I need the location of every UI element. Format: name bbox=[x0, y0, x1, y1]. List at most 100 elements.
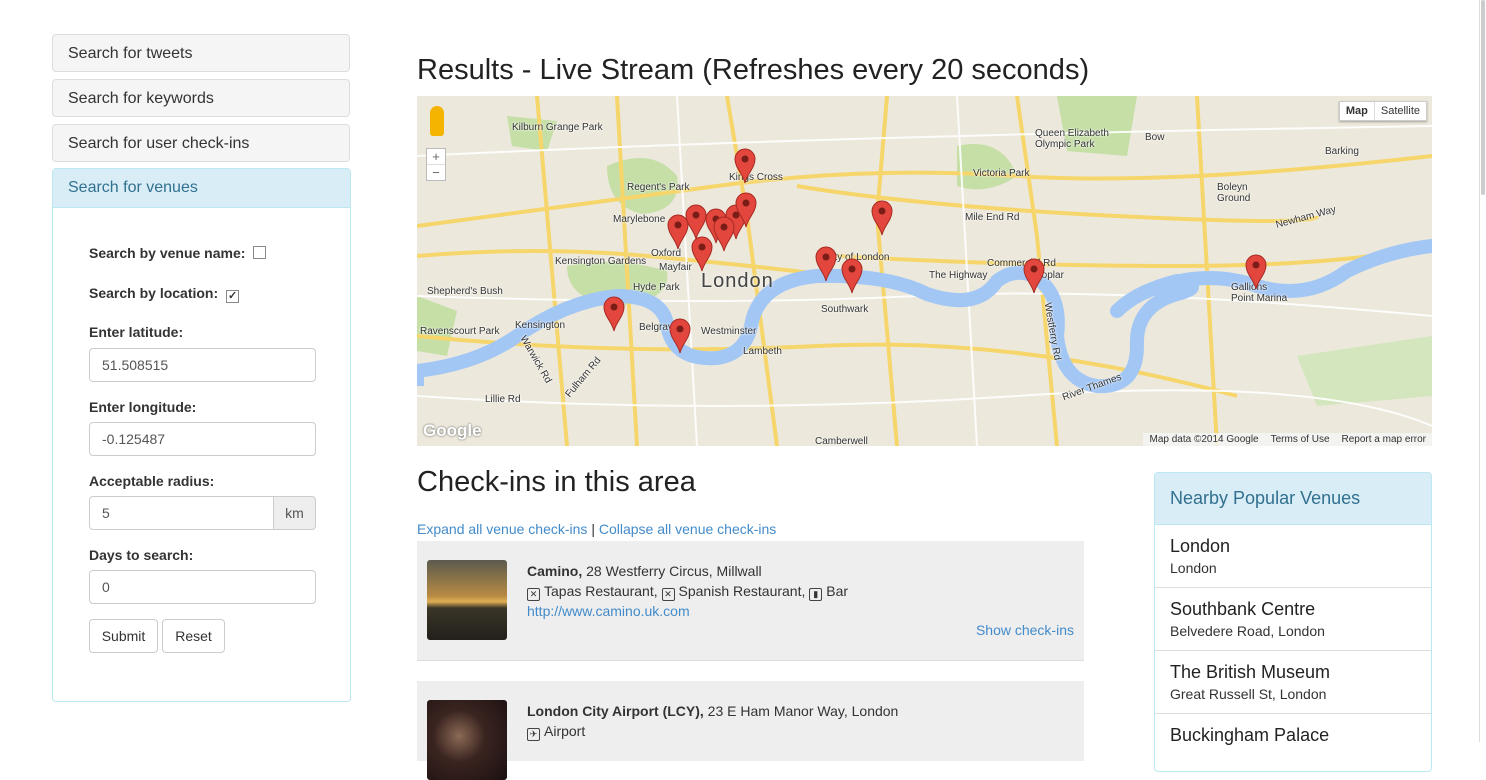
popular-venue-address: Great Russell St, London bbox=[1170, 686, 1327, 702]
venue-category: Tapas Restaurant, bbox=[544, 583, 662, 599]
results-title: Results - Live Stream (Refreshes every 2… bbox=[417, 54, 1090, 86]
venue-name: Camino, bbox=[527, 563, 583, 579]
restaurant-icon: ✕ bbox=[527, 588, 540, 601]
accordion-keywords[interactable]: Search for keywords bbox=[52, 79, 350, 117]
by-name-label: Search by venue name: bbox=[89, 245, 246, 261]
map-marker-icon[interactable] bbox=[685, 204, 707, 240]
map-marker-icon[interactable] bbox=[691, 236, 713, 272]
zoom-control: + − bbox=[426, 148, 446, 181]
submit-button[interactable]: Submit bbox=[89, 619, 158, 653]
map-label: Camberwell bbox=[815, 436, 868, 446]
map-label: Kensington bbox=[515, 320, 566, 331]
map-marker-icon[interactable] bbox=[669, 318, 691, 354]
map-label: Queen Elizabeth Olympic Park bbox=[1035, 128, 1109, 150]
venue-photo[interactable] bbox=[427, 700, 507, 780]
map-label: Victoria Park bbox=[973, 168, 1030, 179]
page-scrollbar[interactable] bbox=[1479, 0, 1486, 742]
popular-venue-name: Southbank Centre bbox=[1170, 599, 1316, 619]
venue-address: 28 Westferry Circus, Millwall bbox=[582, 563, 762, 579]
zoom-out-button[interactable]: − bbox=[427, 164, 445, 180]
days-label: Days to search: bbox=[89, 547, 194, 563]
latitude-label: Enter latitude: bbox=[89, 324, 184, 340]
radius-input[interactable] bbox=[89, 496, 274, 530]
map-label: Mayfair bbox=[659, 262, 692, 273]
map-marker-icon[interactable] bbox=[1245, 254, 1267, 290]
map-label: Shepherd's Bush bbox=[427, 286, 503, 297]
venue-card: Camino, 28 Westferry Circus, Millwall ✕ T… bbox=[417, 541, 1084, 661]
list-item[interactable]: London London bbox=[1155, 525, 1431, 588]
map-label: Southwark bbox=[821, 304, 869, 315]
checkins-title: Check-ins in this area bbox=[417, 466, 696, 498]
expand-collapse-links: Expand all venue check-ins | Collapse al… bbox=[417, 521, 776, 537]
map-marker-icon[interactable] bbox=[1023, 258, 1045, 294]
radius-label: Acceptable radius: bbox=[89, 473, 215, 489]
accordion-tweets[interactable]: Search for tweets bbox=[52, 34, 350, 72]
map-type-satellite-button[interactable]: Satellite bbox=[1375, 102, 1426, 120]
venue-info: Camino, 28 Westferry Circus, Millwall ✕ T… bbox=[527, 561, 848, 621]
show-checkins-link[interactable]: Show check-ins bbox=[976, 622, 1074, 638]
map-label: Mile End Rd bbox=[965, 212, 1020, 223]
venue-category: Spanish Restaurant, bbox=[678, 583, 810, 599]
map-type-map-button[interactable]: Map bbox=[1340, 102, 1375, 120]
map-marker-icon[interactable] bbox=[603, 296, 625, 332]
google-logo: Google bbox=[423, 421, 482, 440]
map-label: Lambeth bbox=[743, 346, 782, 357]
accordion-venues[interactable]: Search for venues bbox=[53, 169, 350, 208]
map-label: Ravenscourt Park bbox=[420, 326, 500, 337]
report-error-link[interactable]: Report a map error bbox=[1342, 434, 1426, 445]
map-marker-icon[interactable] bbox=[713, 216, 735, 252]
map-label: Kilburn Grange Park bbox=[512, 122, 603, 133]
map-data-attribution: Map data ©2014 Google bbox=[1149, 434, 1259, 445]
by-location-row: Search by location: ✓ bbox=[89, 285, 240, 303]
map[interactable]: Kilburn Grange Park Regent's Park Kings … bbox=[417, 96, 1432, 446]
list-item[interactable]: Buckingham Palace bbox=[1155, 714, 1431, 771]
map-label: Barking bbox=[1325, 146, 1359, 157]
list-item[interactable]: The British Museum Great Russell St, Lon… bbox=[1155, 651, 1431, 714]
latitude-input[interactable] bbox=[89, 348, 316, 382]
venue-card: London City Airport (LCY), 23 E Ham Mano… bbox=[417, 681, 1084, 780]
map-marker-icon[interactable] bbox=[734, 148, 756, 184]
map-label: Bow bbox=[1145, 132, 1165, 143]
scrollbar-thumb[interactable] bbox=[1481, 0, 1485, 195]
map-marker-icon[interactable] bbox=[871, 200, 893, 236]
restaurant-icon: ✕ bbox=[661, 588, 675, 601]
by-location-label: Search by location: bbox=[89, 285, 219, 301]
collapse-all-link[interactable]: Collapse all venue check-ins bbox=[599, 521, 776, 537]
street-view-pegman-icon[interactable] bbox=[430, 106, 444, 136]
days-input[interactable] bbox=[89, 570, 316, 604]
popular-venue-address: London bbox=[1170, 560, 1217, 576]
list-item[interactable]: Southbank Centre Belvedere Road, London bbox=[1155, 588, 1431, 651]
by-name-checkbox[interactable] bbox=[253, 246, 267, 259]
map-label: Commercial Rd bbox=[987, 258, 1056, 269]
map-label: Lillie Rd bbox=[485, 394, 521, 405]
accordion-user-checkins[interactable]: Search for user check-ins bbox=[52, 124, 350, 162]
venue-url-link[interactable]: http://www.camino.uk.com bbox=[527, 603, 690, 619]
terms-link[interactable]: Terms of Use bbox=[1271, 434, 1330, 445]
map-attribution: Map data ©2014 Google Terms of Use Repor… bbox=[1143, 433, 1432, 446]
map-label: Kensington Gardens bbox=[555, 256, 647, 267]
venue-photo[interactable] bbox=[427, 560, 507, 640]
map-marker-icon[interactable] bbox=[841, 258, 863, 294]
longitude-label: Enter longitude: bbox=[89, 399, 197, 415]
map-label: Westminster bbox=[701, 326, 757, 337]
reset-button[interactable]: Reset bbox=[162, 619, 225, 653]
popular-venues-title: Nearby Popular Venues bbox=[1155, 473, 1431, 525]
map-center-label: London bbox=[701, 270, 774, 292]
venue-name: London City Airport (LCY), bbox=[527, 703, 704, 719]
bar-icon: ▮ bbox=[809, 588, 823, 601]
popular-venue-address: Belvedere Road, London bbox=[1170, 623, 1325, 639]
radius-unit: km bbox=[273, 496, 316, 530]
link-separator: | bbox=[587, 521, 599, 537]
map-marker-icon[interactable] bbox=[815, 246, 837, 282]
popular-venue-name: Buckingham Palace bbox=[1170, 725, 1330, 745]
map-type-control: Map Satellite bbox=[1338, 101, 1427, 121]
by-name-row: Search by venue name: bbox=[89, 245, 267, 261]
longitude-input[interactable] bbox=[89, 422, 316, 456]
expand-all-link[interactable]: Expand all venue check-ins bbox=[417, 521, 587, 537]
by-location-checkbox[interactable]: ✓ bbox=[226, 290, 240, 303]
zoom-in-button[interactable]: + bbox=[427, 149, 445, 164]
popular-venue-name: London bbox=[1170, 536, 1231, 556]
map-marker-icon[interactable] bbox=[735, 192, 757, 228]
map-label: Hyde Park bbox=[633, 282, 680, 293]
map-label: Marylebone bbox=[613, 214, 666, 225]
